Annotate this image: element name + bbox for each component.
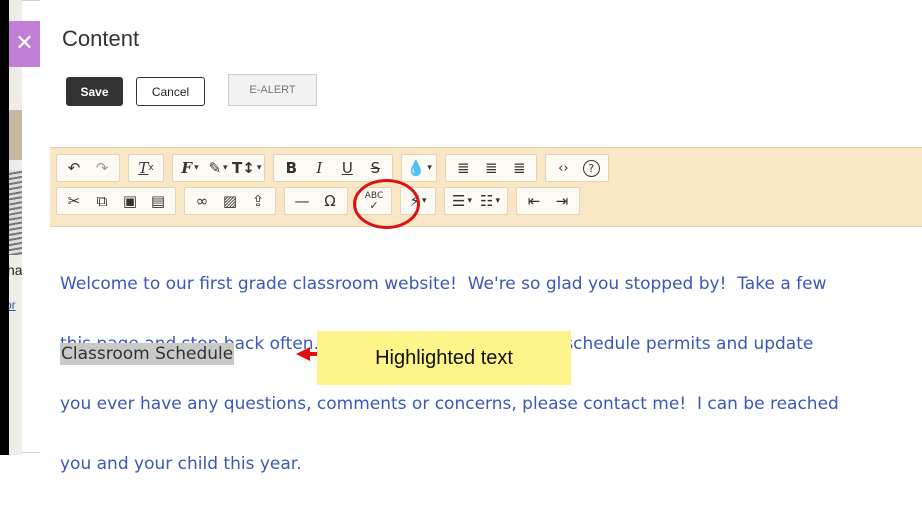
toolbar-row-2: ✂ ⧉ ▣ ▤ ∞ ▨ ⇪ — Ω ABC✓ ⚡▾ ☰▾ ☷▾ (56, 187, 588, 215)
align-right-icon[interactable]: ≣ (505, 155, 533, 181)
align-group: ≣ ≣ ≣ (445, 154, 537, 182)
toolbar-row-1: ↶ ↷ Tx F▾ ✎▾ T↕▾ B I U S 💧▾ ≣ ≣ (56, 154, 617, 182)
bold-icon[interactable]: B (277, 155, 305, 181)
font-group: F▾ ✎▾ T↕▾ (172, 154, 265, 182)
e-alert-button[interactable]: E-ALERT (228, 74, 317, 106)
quick-insert-group: ⚡▾ (400, 187, 436, 215)
paste-text-icon[interactable]: ▤ (144, 188, 172, 214)
background-text-1: ha (9, 262, 22, 278)
editor-line-1: Welcome to our first grade classroom web… (60, 274, 922, 294)
redo-icon[interactable]: ↷ (88, 155, 116, 181)
spellcheck-group: ABC✓ (356, 187, 392, 215)
cut-icon[interactable]: ✂ (60, 188, 88, 214)
background-photo (9, 110, 22, 160)
code-view-icon[interactable]: ‹› (549, 155, 577, 181)
highlighted-text[interactable]: Classroom Schedule (60, 343, 234, 365)
text-style-group: B I U S (273, 154, 393, 182)
undo-icon[interactable]: ↶ (60, 155, 88, 181)
symbols-group: — Ω (284, 187, 348, 215)
special-char-icon[interactable]: Ω (316, 188, 344, 214)
outdent-icon[interactable]: ⇤ (520, 188, 548, 214)
panel-title: Content (62, 26, 139, 52)
clear-format-icon[interactable]: Tx (132, 155, 160, 181)
upload-icon[interactable]: ⇪ (244, 188, 272, 214)
content-panel: Content Save Cancel E-ALERT ↶ ↷ Tx F▾ ✎▾… (40, 0, 922, 455)
italic-icon[interactable]: I (305, 155, 333, 181)
editor-line-3: you ever have any questions, comments or… (60, 394, 922, 414)
left-edge-bar (0, 0, 9, 455)
annotation-callout: Highlighted text (317, 331, 571, 385)
link-icon[interactable]: ∞ (188, 188, 216, 214)
history-group: ↶ ↷ (56, 154, 120, 182)
bullet-list-icon[interactable]: ☰▾ (448, 188, 476, 214)
horizontal-line-icon[interactable]: — (288, 188, 316, 214)
font-color-pen-icon[interactable]: ✎▾ (204, 155, 232, 181)
image-icon[interactable]: ▨ (216, 188, 244, 214)
font-size-icon[interactable]: T↕▾ (232, 155, 261, 181)
background-illustration (9, 170, 22, 255)
misc-group: ‹› ? (545, 154, 609, 182)
copy-icon[interactable]: ⧉ (88, 188, 116, 214)
indent-icon[interactable]: ⇥ (548, 188, 576, 214)
insert-group: ∞ ▨ ⇪ (184, 187, 276, 215)
paragraph-group: 💧▾ (401, 154, 437, 182)
numbered-list-icon[interactable]: ☷▾ (476, 188, 504, 214)
spellcheck-icon[interactable]: ABC✓ (360, 188, 388, 214)
quick-insert-icon[interactable]: ⚡▾ (404, 188, 432, 214)
align-center-icon[interactable]: ≣ (477, 155, 505, 181)
save-button[interactable]: Save (66, 77, 123, 106)
clipboard-group: ✂ ⧉ ▣ ▤ (56, 187, 176, 215)
paragraph-format-icon[interactable]: 💧▾ (405, 155, 433, 181)
font-family-icon[interactable]: F▾ (176, 155, 204, 181)
strikethrough-icon[interactable]: S (361, 155, 389, 181)
underline-icon[interactable]: U (333, 155, 361, 181)
clear-format-group: Tx (128, 154, 164, 182)
list-group: ☰▾ ☷▾ (444, 187, 508, 215)
align-left-icon[interactable]: ≣ (449, 155, 477, 181)
editor-line-4: you and your child this year. (60, 454, 922, 474)
background-link[interactable]: or (9, 298, 16, 312)
background-page-strip: ha t or (9, 0, 22, 455)
close-icon: ✕ (15, 30, 33, 55)
close-panel-button[interactable]: ✕ (9, 21, 40, 67)
editor-toolbar: ↶ ↷ Tx F▾ ✎▾ T↕▾ B I U S 💧▾ ≣ ≣ (50, 147, 922, 227)
help-icon[interactable]: ? (577, 155, 605, 181)
indent-group: ⇤ ⇥ (516, 187, 580, 215)
paste-icon[interactable]: ▣ (116, 188, 144, 214)
cancel-button[interactable]: Cancel (136, 77, 205, 106)
